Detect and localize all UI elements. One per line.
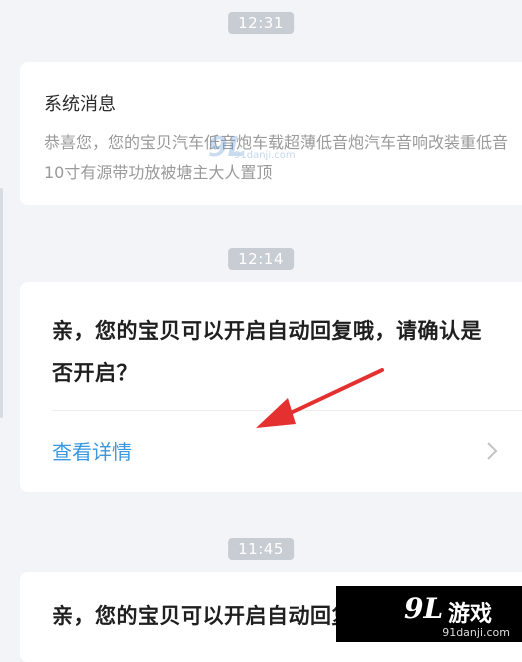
message-title: 亲，您的宝贝可以开启自动回复哦，请确认是否开启？	[52, 319, 482, 385]
timestamp: 12:31	[228, 12, 294, 34]
logo-url: 91danji.com	[442, 626, 510, 639]
site-logo-watermark: 9L 游戏 91danji.com	[336, 586, 522, 642]
logo-text: 游戏	[448, 602, 493, 627]
system-message-title: 系统消息	[44, 94, 116, 115]
watermark-url: 91danji.com	[234, 150, 296, 161]
chevron-right-icon[interactable]	[484, 440, 500, 462]
auto-reply-message-card[interactable]: 亲，您的宝贝可以开启自动回复哦，请确认是否开启？ 查看详情	[20, 282, 522, 492]
watermark-overlay: 9L 91danji.com	[208, 130, 296, 166]
timestamp: 12:14	[228, 248, 294, 270]
divider	[52, 410, 522, 411]
left-edge-indicator	[0, 188, 3, 418]
view-details-link[interactable]: 查看详情	[52, 436, 132, 465]
logo-mark: 9L	[404, 592, 444, 625]
timestamp: 11:45	[228, 538, 294, 560]
